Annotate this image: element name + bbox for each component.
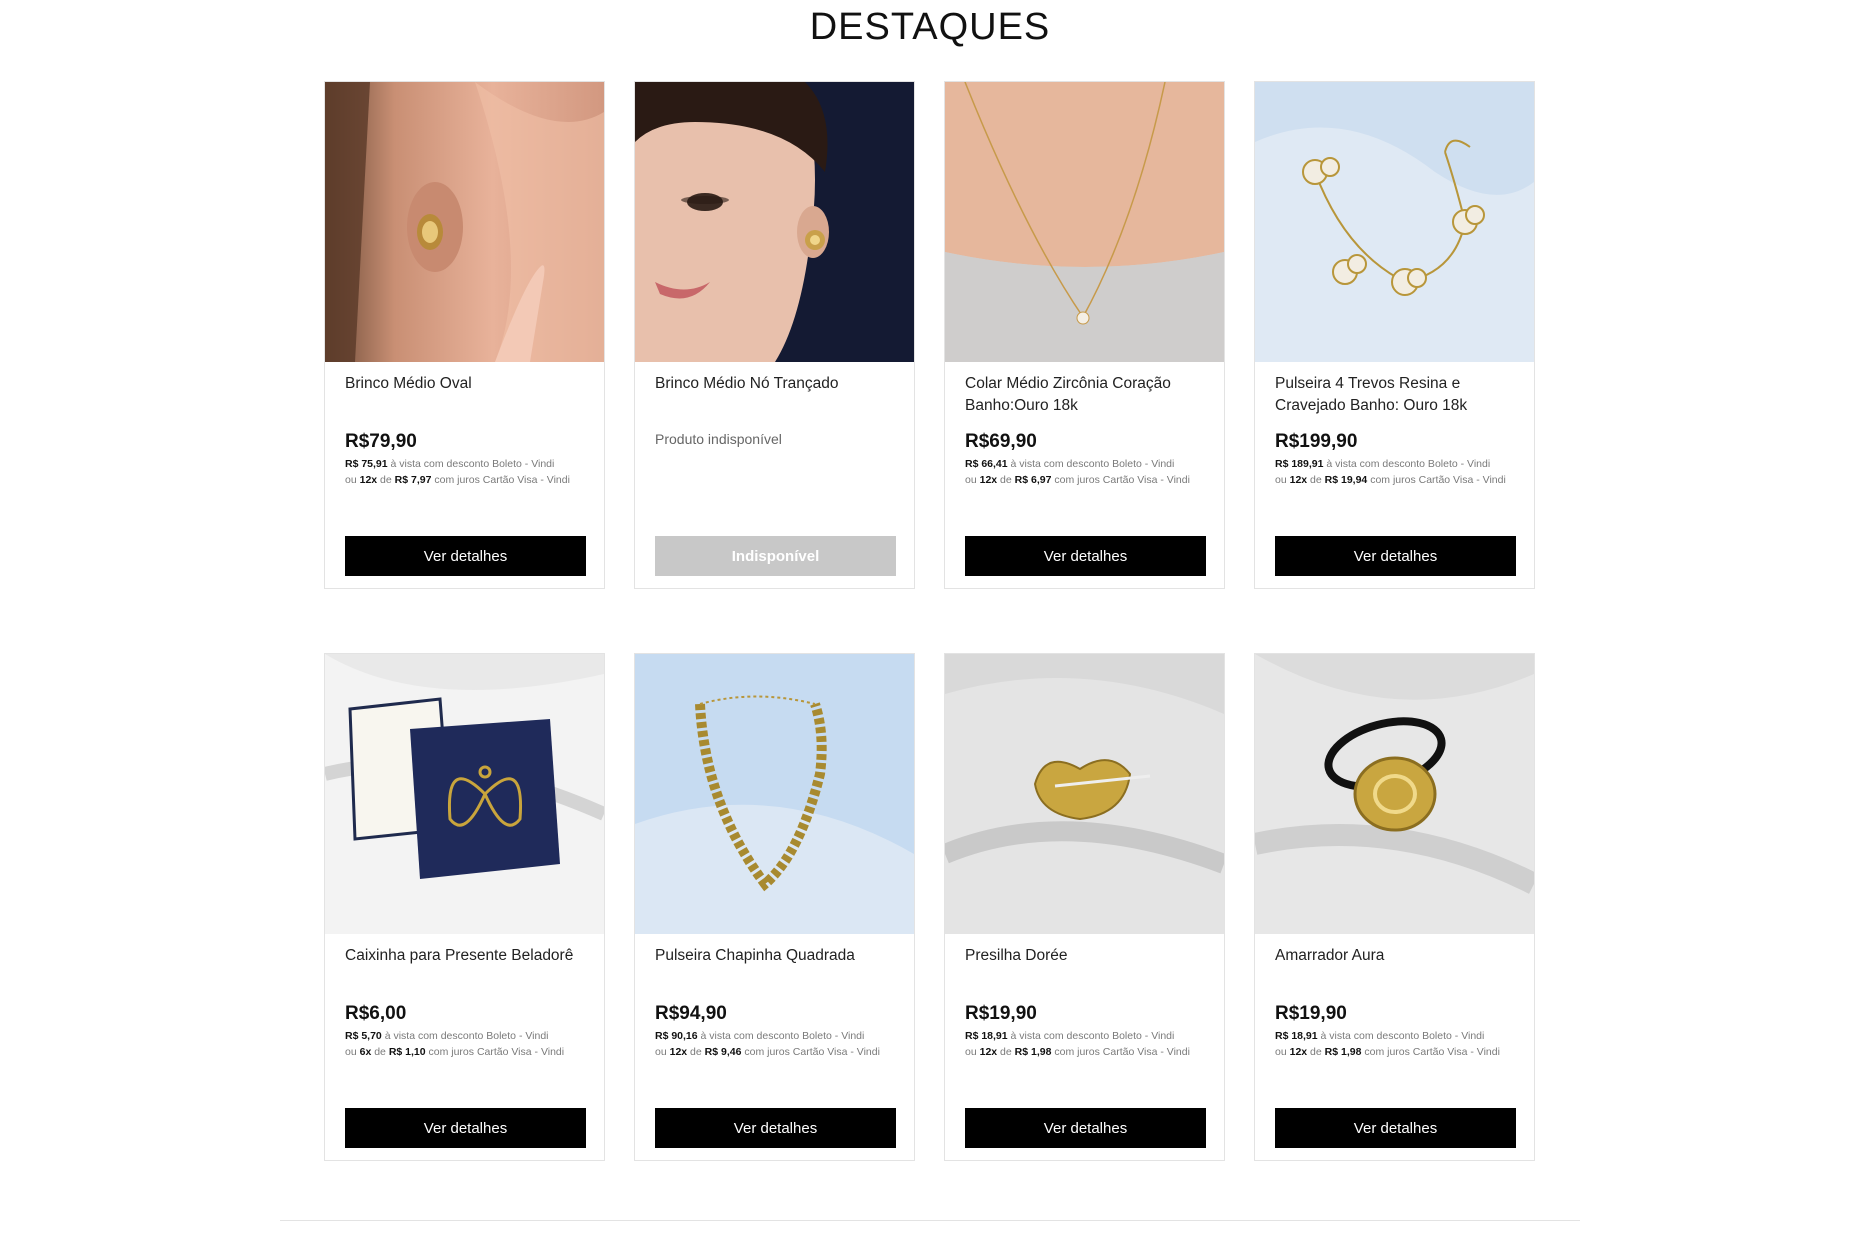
boleto-price: R$ 18,91: [1275, 1030, 1318, 1042]
installments-prefix: ou: [345, 474, 360, 486]
product-price: R$6,00: [345, 1003, 407, 1024]
product-price: R$19,90: [1275, 1003, 1347, 1024]
product-name[interactable]: Presilha Dorée: [965, 945, 1204, 989]
view-details-button[interactable]: Ver detalhes: [345, 536, 586, 576]
installment-value: R$ 1,98: [1014, 1046, 1052, 1058]
installments-prefix: ou: [345, 1046, 360, 1058]
installments-count: 6x: [359, 1046, 372, 1058]
view-details-button[interactable]: Ver detalhes: [965, 1108, 1206, 1148]
installments-of: de: [997, 1046, 1015, 1058]
product-image-hair-tie[interactable]: [1255, 654, 1534, 934]
product-name[interactable]: Caixinha para Presente Beladorê: [345, 945, 584, 989]
installment-value: R$ 19,94: [1324, 474, 1368, 486]
boleto-text: à vista com desconto Boleto - Vindi: [697, 1030, 865, 1042]
installments-text: com juros Cartão Visa - Vindi: [1051, 1046, 1190, 1058]
product-name[interactable]: Brinco Médio Oval: [345, 373, 584, 417]
product-name[interactable]: Pulseira 4 Trevos Resina e Cravejado Ban…: [1275, 373, 1514, 417]
product-name[interactable]: Brinco Médio Nó Trançado: [655, 373, 894, 417]
boleto-price: R$ 90,16: [655, 1030, 698, 1042]
product-price: R$94,90: [655, 1003, 727, 1024]
product-card: Amarrador Aura R$19,90 R$ 18,91 à vista …: [1254, 653, 1535, 1161]
installments-of: de: [377, 474, 395, 486]
installments-text: com juros Cartão Visa - Vindi: [425, 1046, 565, 1058]
payment-terms: R$ 18,91 à vista com desconto Boleto - V…: [965, 1028, 1204, 1092]
boleto-text: à vista com desconto Boleto - Vindi: [387, 458, 555, 470]
installments-of: de: [1307, 474, 1325, 486]
view-details-button[interactable]: Ver detalhes: [965, 536, 1206, 576]
boleto-price: R$ 75,91: [345, 458, 388, 470]
product-card: Brinco Médio Oval R$79,90 R$ 75,91 à vis…: [324, 81, 605, 589]
installments-count: 12x: [979, 474, 998, 486]
installments-count: 12x: [359, 474, 378, 486]
installments-text: com juros Cartão Visa - Vindi: [1051, 474, 1190, 486]
product-grid: Brinco Médio Oval R$79,90 R$ 75,91 à vis…: [324, 81, 1536, 1161]
installments-count: 12x: [1289, 1046, 1308, 1058]
boleto-text: à vista com desconto Boleto - Vindi: [1323, 458, 1491, 470]
installments-count: 12x: [669, 1046, 688, 1058]
boleto-text: à vista com desconto Boleto - Vindi: [1317, 1030, 1485, 1042]
payment-terms: R$ 90,16 à vista com desconto Boleto - V…: [655, 1028, 894, 1092]
boleto-text: à vista com desconto Boleto - Vindi: [1007, 458, 1175, 470]
unavailable-button: Indisponível: [655, 536, 896, 576]
installments-prefix: ou: [965, 474, 980, 486]
payment-terms: R$ 189,91 à vista com desconto Boleto - …: [1275, 456, 1514, 520]
product-price: R$69,90: [965, 431, 1037, 452]
installments-prefix: ou: [1275, 1046, 1290, 1058]
payment-terms: R$ 66,41 à vista com desconto Boleto - V…: [965, 456, 1204, 520]
boleto-price: R$ 5,70: [345, 1030, 382, 1042]
product-price: R$19,90: [965, 1003, 1037, 1024]
product-card: Pulseira Chapinha Quadrada R$94,90 R$ 90…: [634, 653, 915, 1161]
payment-terms: R$ 18,91 à vista com desconto Boleto - V…: [1275, 1028, 1514, 1092]
product-image-clover-bracelet[interactable]: [1255, 82, 1534, 362]
installments-count: 12x: [1289, 474, 1308, 486]
installments-text: com juros Cartão Visa - Vindi: [741, 1046, 880, 1058]
boleto-text: à vista com desconto Boleto - Vindi: [381, 1030, 549, 1042]
boleto-price: R$ 18,91: [965, 1030, 1008, 1042]
section-title: DESTAQUES: [809, 6, 1051, 48]
product-image-gold-oval-earring[interactable]: [325, 82, 604, 362]
product-image-square-link-bracelet[interactable]: [635, 654, 914, 934]
installments-of: de: [1307, 1046, 1325, 1058]
payment-terms: R$ 5,70 à vista com desconto Boleto - Vi…: [345, 1028, 584, 1092]
installment-value: R$ 1,10: [388, 1046, 426, 1058]
installments-text: com juros Cartão Visa - Vindi: [1361, 1046, 1500, 1058]
installments-text: com juros Cartão Visa - Vindi: [431, 474, 570, 486]
product-price: R$79,90: [345, 431, 417, 452]
product-image-heart-hair-clip[interactable]: [945, 654, 1224, 934]
unavailable-notice: Produto indisponível: [655, 431, 782, 447]
view-details-button[interactable]: Ver detalhes: [1275, 1108, 1516, 1148]
installments-of: de: [371, 1046, 389, 1058]
product-card: Brinco Médio Nó Trançado Produto indispo…: [634, 81, 915, 589]
product-card: Caixinha para Presente Beladorê R$6,00 R…: [324, 653, 605, 1161]
installments-count: 12x: [979, 1046, 998, 1058]
view-details-button[interactable]: Ver detalhes: [345, 1108, 586, 1148]
view-details-button[interactable]: Ver detalhes: [655, 1108, 896, 1148]
installments-text: com juros Cartão Visa - Vindi: [1367, 474, 1506, 486]
boleto-price: R$ 189,91: [1275, 458, 1324, 470]
product-image-knot-earring[interactable]: [635, 82, 914, 362]
product-card: Colar Médio Zircônia Coração Banho:Ouro …: [944, 81, 1225, 589]
installments-prefix: ou: [965, 1046, 980, 1058]
boleto-text: à vista com desconto Boleto - Vindi: [1007, 1030, 1175, 1042]
product-price: R$199,90: [1275, 431, 1358, 452]
installment-value: R$ 6,97: [1014, 474, 1052, 486]
view-details-button[interactable]: Ver detalhes: [1275, 536, 1516, 576]
boleto-price: R$ 66,41: [965, 458, 1008, 470]
section-divider: [280, 1220, 1580, 1221]
payment-terms: R$ 75,91 à vista com desconto Boleto - V…: [345, 456, 584, 520]
installments-prefix: ou: [655, 1046, 670, 1058]
installment-value: R$ 1,98: [1324, 1046, 1362, 1058]
product-name[interactable]: Colar Médio Zircônia Coração Banho:Ouro …: [965, 373, 1204, 417]
installment-value: R$ 7,97: [394, 474, 432, 486]
product-card: Pulseira 4 Trevos Resina e Cravejado Ban…: [1254, 81, 1535, 589]
installments-prefix: ou: [1275, 474, 1290, 486]
product-name[interactable]: Amarrador Aura: [1275, 945, 1514, 989]
product-image-heart-necklace[interactable]: [945, 82, 1224, 362]
installments-of: de: [687, 1046, 705, 1058]
product-card: Presilha Dorée R$19,90 R$ 18,91 à vista …: [944, 653, 1225, 1161]
product-name[interactable]: Pulseira Chapinha Quadrada: [655, 945, 894, 989]
installment-value: R$ 9,46: [704, 1046, 742, 1058]
installments-of: de: [997, 474, 1015, 486]
product-image-gift-box[interactable]: [325, 654, 604, 934]
